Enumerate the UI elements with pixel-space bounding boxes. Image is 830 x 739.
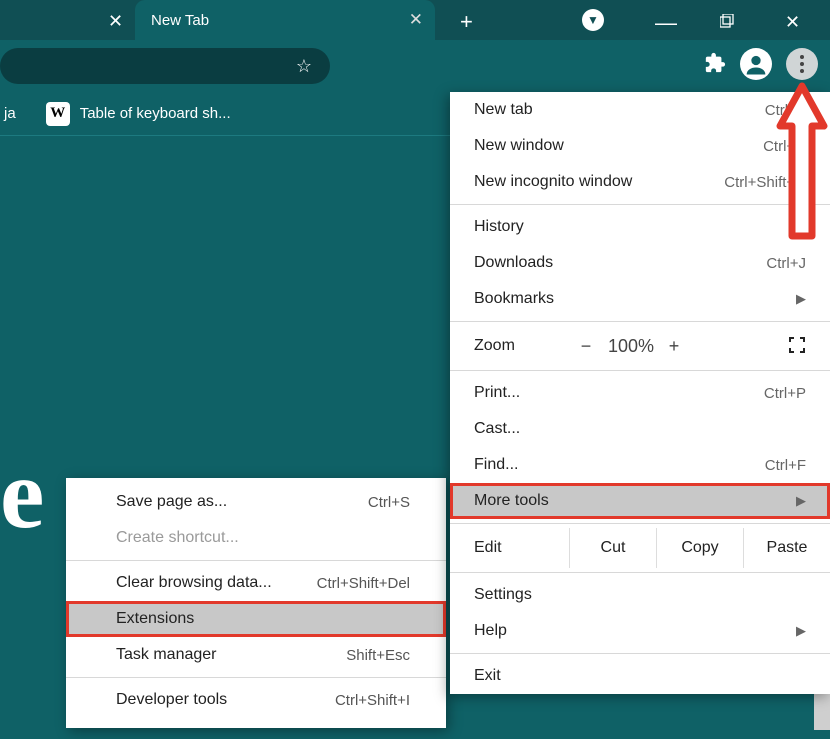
tab-title: New Tab <box>151 12 209 29</box>
bookmark-item-partial[interactable]: ja <box>4 105 16 122</box>
fullscreen-icon[interactable] <box>788 336 806 357</box>
submenu-save-page[interactable]: Save page as...Ctrl+S <box>66 484 446 520</box>
submenu-create-shortcut: Create shortcut... <box>66 520 446 556</box>
main-menu: New tabCtrl+T New windowCtrl+N New incog… <box>450 92 830 694</box>
scrollbar[interactable] <box>814 690 830 730</box>
menu-bookmarks[interactable]: Bookmarks▶ <box>450 281 830 317</box>
wikipedia-favicon-icon: W <box>46 102 70 126</box>
menu-separator <box>450 321 830 322</box>
chevron-right-icon: ▶ <box>796 291 806 307</box>
window-minimize-button[interactable]: — <box>655 10 676 36</box>
tab-close-icon[interactable]: ✕ <box>409 10 423 30</box>
menu-find[interactable]: Find...Ctrl+F <box>450 447 830 483</box>
tab-search-icon[interactable]: ▼ <box>582 9 604 31</box>
menu-separator <box>450 204 830 205</box>
edit-cut-button[interactable]: Cut <box>569 528 656 568</box>
zoom-out-button[interactable]: − <box>564 336 608 357</box>
bookmark-star-icon[interactable]: ☆ <box>296 56 312 77</box>
prev-tab-close-icon[interactable]: ✕ <box>108 11 123 32</box>
menu-new-tab[interactable]: New tabCtrl+T <box>450 92 830 128</box>
edit-paste-button[interactable]: Paste <box>743 528 830 568</box>
menu-separator <box>450 572 830 573</box>
menu-exit[interactable]: Exit <box>450 658 830 694</box>
window-maximize-button[interactable] <box>720 14 734 31</box>
window-close-button[interactable]: ✕ <box>785 12 800 33</box>
submenu-extensions[interactable]: Extensions <box>66 601 446 637</box>
annotation-arrow-icon <box>776 82 828 242</box>
menu-help[interactable]: Help▶ <box>450 613 830 649</box>
submenu-task-manager[interactable]: Task managerShift+Esc <box>66 637 446 673</box>
menu-settings[interactable]: Settings <box>450 577 830 613</box>
menu-separator <box>450 370 830 371</box>
profile-icon[interactable] <box>740 48 772 80</box>
menu-history[interactable]: History▶ <box>450 209 830 245</box>
kebab-menu-button[interactable] <box>786 48 818 80</box>
chevron-right-icon: ▶ <box>796 493 806 509</box>
zoom-in-button[interactable]: + <box>652 336 696 357</box>
submenu-clear-browsing[interactable]: Clear browsing data...Ctrl+Shift+Del <box>66 565 446 601</box>
menu-more-tools[interactable]: More tools▶ <box>450 483 830 519</box>
menu-zoom: Zoom − 100% + <box>450 326 830 366</box>
submenu-developer-tools[interactable]: Developer toolsCtrl+Shift+I <box>66 682 446 718</box>
more-tools-submenu: Save page as...Ctrl+S Create shortcut...… <box>66 478 446 728</box>
menu-separator <box>66 560 446 561</box>
menu-cast[interactable]: Cast... <box>450 411 830 447</box>
extensions-icon[interactable] <box>704 52 726 80</box>
menu-new-window[interactable]: New windowCtrl+N <box>450 128 830 164</box>
edit-copy-button[interactable]: Copy <box>656 528 743 568</box>
menu-print[interactable]: Print...Ctrl+P <box>450 375 830 411</box>
titlebar: ✕ New Tab ✕ + ▼ — ✕ <box>0 0 830 40</box>
background-logo-icon: e <box>0 436 38 551</box>
bookmark-item-keyboard[interactable]: Table of keyboard sh... <box>80 105 231 122</box>
menu-downloads[interactable]: DownloadsCtrl+J <box>450 245 830 281</box>
tab-active[interactable]: New Tab ✕ <box>135 0 435 40</box>
new-tab-button[interactable]: + <box>460 9 473 35</box>
address-bar[interactable]: ☆ <box>0 48 330 84</box>
chevron-right-icon: ▶ <box>796 623 806 639</box>
menu-edit: Edit Cut Copy Paste <box>450 528 830 568</box>
menu-separator <box>450 523 830 524</box>
menu-separator <box>66 677 446 678</box>
zoom-value: 100% <box>608 336 652 357</box>
menu-incognito[interactable]: New incognito windowCtrl+Shift+N <box>450 164 830 200</box>
menu-separator <box>450 653 830 654</box>
toolbar: ☆ <box>0 40 830 92</box>
